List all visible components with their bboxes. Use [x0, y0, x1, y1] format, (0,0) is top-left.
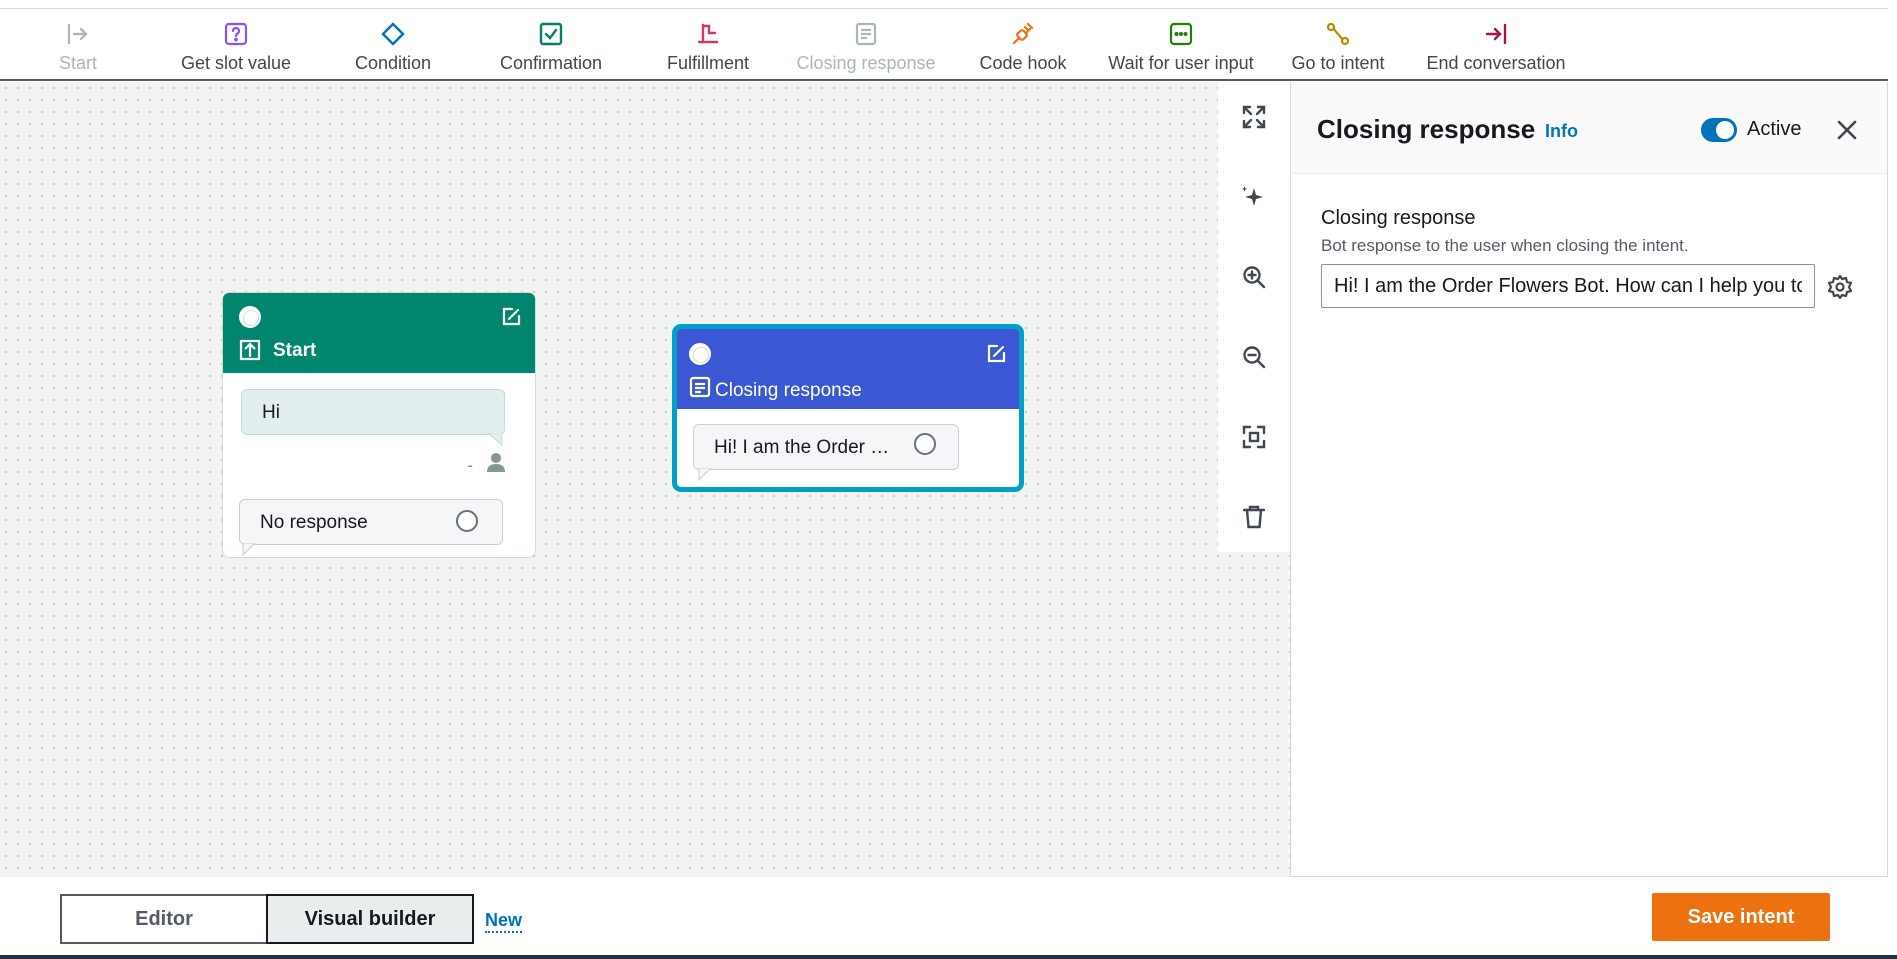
- closing-node-port[interactable]: [689, 343, 711, 365]
- toolbar-item-label: Wait for user input: [1108, 53, 1254, 73]
- gear-icon[interactable]: [1827, 274, 1853, 300]
- save-intent-button[interactable]: Save intent: [1652, 893, 1830, 941]
- chat-dots-icon: [1169, 22, 1193, 46]
- edit-icon[interactable]: [500, 306, 522, 328]
- response-text: No response: [260, 512, 368, 533]
- block-toolbar: Start Get slot value Condition Confirmat…: [0, 9, 1888, 81]
- toolbar-item-code-hook[interactable]: Code hook: [943, 21, 1103, 74]
- start-node[interactable]: Start Hi - No response: [222, 292, 536, 558]
- toolbar-item-wait-for-user-input[interactable]: Wait for user input: [1101, 21, 1261, 74]
- flag-icon: [697, 23, 719, 44]
- toolbar-item-label: End conversation: [1426, 53, 1566, 73]
- plug-icon: [1012, 22, 1034, 45]
- bubble-tail-icon: [487, 433, 503, 447]
- toolbar-item-fulfillment[interactable]: Fulfillment: [628, 21, 788, 74]
- info-link[interactable]: Info: [1545, 121, 1578, 142]
- toolbar-item-end-conversation[interactable]: End conversation: [1416, 21, 1576, 74]
- toolbar-item-start[interactable]: Start: [0, 21, 158, 74]
- toolbar-item-get-slot-value[interactable]: Get slot value: [156, 21, 316, 74]
- flow-canvas[interactable]: Start Hi - No response Closing response: [0, 82, 1290, 877]
- toolbar-item-go-to-intent[interactable]: Go to intent: [1258, 21, 1418, 74]
- document-icon: [689, 376, 711, 398]
- bubble-tail-icon: [242, 543, 256, 557]
- closing-response-node[interactable]: Closing response Hi! I am the Order …: [672, 324, 1024, 492]
- footer-bar: Editor Visual builder New Save intent: [0, 877, 1897, 955]
- user-marker: -: [467, 455, 473, 475]
- zoom-in-icon[interactable]: [1241, 264, 1267, 290]
- closing-message-bubble[interactable]: Hi! I am the Order …: [693, 424, 959, 470]
- toolbar-item-label: Fulfillment: [666, 53, 750, 73]
- node-title: Closing response: [715, 380, 862, 401]
- close-icon[interactable]: [1835, 118, 1859, 142]
- toolbar-item-confirmation[interactable]: Confirmation: [471, 21, 631, 74]
- tab-editor[interactable]: Editor: [60, 894, 268, 944]
- active-toggle-label: Active: [1747, 118, 1802, 140]
- edit-icon[interactable]: [985, 343, 1007, 365]
- response-port[interactable]: [456, 510, 478, 532]
- closing-node-header: Closing response: [677, 329, 1019, 409]
- expand-icon[interactable]: [1241, 104, 1267, 130]
- closing-response-input[interactable]: [1321, 264, 1815, 308]
- toolbar-item-closing-response[interactable]: Closing response: [786, 21, 946, 74]
- arrow-right-to-bar-icon: [67, 23, 88, 45]
- bubble-tail-icon: [698, 468, 712, 482]
- fit-screen-icon[interactable]: [1241, 424, 1267, 450]
- canvas-controls: [1218, 82, 1290, 552]
- toolbar-item-label: Confirmation: [499, 53, 603, 73]
- visual-builder-app: Start Get slot value Condition Confirmat…: [0, 0, 1897, 959]
- toolbar-item-label: Get slot value: [180, 53, 292, 73]
- field-label: Closing response: [1321, 207, 1476, 229]
- closing-message-text: Hi! I am the Order …: [714, 437, 890, 458]
- panel-title: Closing response: [1317, 114, 1536, 144]
- panel-header: Closing response Info Active: [1291, 82, 1887, 174]
- arrow-to-bar-icon: [1485, 23, 1507, 45]
- toolbar-item-label: Condition: [354, 53, 432, 73]
- zoom-out-icon[interactable]: [1241, 344, 1267, 370]
- tab-visual-builder[interactable]: Visual builder: [266, 894, 474, 944]
- user-icon: [487, 453, 505, 472]
- start-node-header: Start: [223, 293, 535, 373]
- start-node-port[interactable]: [239, 306, 261, 328]
- sparkle-icon[interactable]: [1241, 184, 1267, 210]
- response-bubble[interactable]: No response: [239, 499, 503, 545]
- trash-icon[interactable]: [1241, 504, 1267, 530]
- route-icon: [1326, 22, 1350, 46]
- check-box-icon: [539, 22, 563, 46]
- start-icon: [239, 339, 261, 361]
- field-description: Bot response to the user when closing th…: [1321, 236, 1689, 255]
- toolbar-item-label: Closing response: [796, 53, 936, 73]
- closing-message-port[interactable]: [914, 433, 936, 455]
- user-message-text: Hi: [262, 402, 280, 423]
- diamond-icon: [381, 22, 405, 46]
- toolbar-item-label: Start: [58, 53, 97, 73]
- question-box-icon: [224, 22, 248, 46]
- toolbar-item-condition[interactable]: Condition: [313, 21, 473, 74]
- toolbar-item-label: Code hook: [979, 53, 1067, 73]
- new-badge[interactable]: New: [485, 910, 523, 933]
- properties-panel: Closing response Info Active Closing res…: [1290, 82, 1888, 877]
- bottom-border: [0, 955, 1897, 959]
- user-message-bubble[interactable]: Hi: [241, 389, 505, 435]
- node-title: Start: [273, 340, 317, 361]
- active-toggle[interactable]: [1701, 118, 1737, 142]
- toolbar-item-label: Go to intent: [1291, 53, 1385, 73]
- document-icon: [855, 22, 877, 46]
